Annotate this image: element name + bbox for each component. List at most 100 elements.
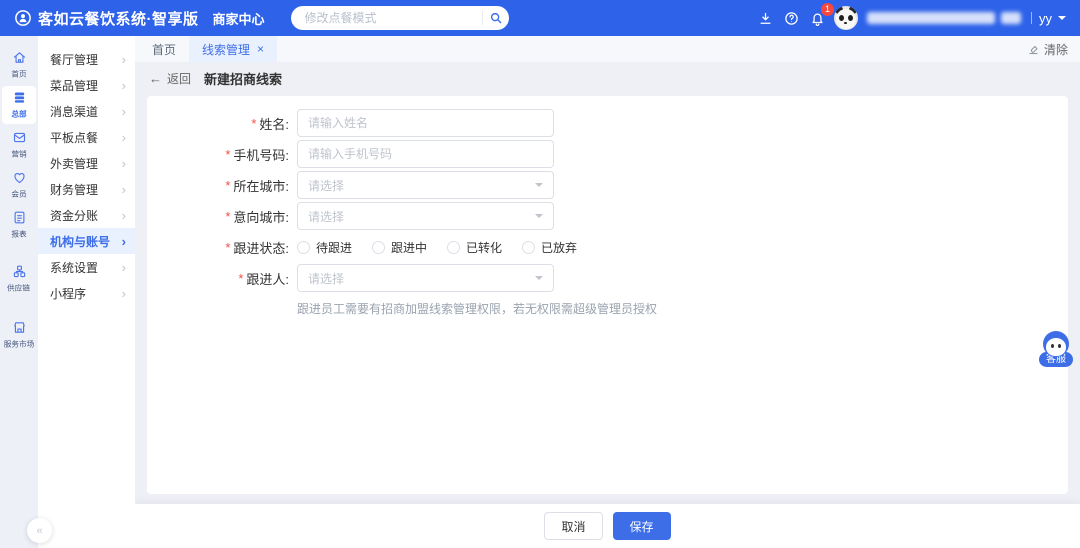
- search-icon[interactable]: [489, 11, 503, 25]
- field-help-text: 跟进员工需要有招商加盟线索管理权限，若无权限需超级管理员授权: [297, 302, 658, 316]
- close-icon[interactable]: ×: [257, 43, 264, 55]
- sidebar-item-dishes[interactable]: 菜品管理 ›: [38, 72, 135, 98]
- merchant-center-link[interactable]: 商家中心: [213, 9, 265, 28]
- rail-item-label: 服务市场: [3, 339, 35, 349]
- sidebar-item-label: 系统设置: [50, 260, 99, 275]
- sidebar-item-message[interactable]: 消息渠道 ›: [38, 98, 135, 124]
- rail-item-home[interactable]: 首页: [2, 46, 36, 84]
- sidebar-item-finance[interactable]: 财务管理 ›: [38, 176, 135, 202]
- radio-circle-icon: [372, 240, 386, 254]
- chevron-right-icon: ›: [121, 233, 126, 249]
- download-icon[interactable]: [752, 5, 778, 31]
- back-button[interactable]: ← 返回: [149, 70, 191, 87]
- chevron-right-icon: ›: [121, 129, 126, 145]
- required-asterisk: *: [251, 115, 257, 131]
- rail-item-hq[interactable]: 总部: [2, 86, 36, 124]
- form-row-follow-status: * 跟进状态: 待跟进 跟进中 已转化 已放弃: [147, 233, 1068, 261]
- chevron-right-icon: ›: [121, 285, 126, 301]
- footer-bar: 取消 保存: [135, 504, 1080, 548]
- select-placeholder: 请选择: [308, 271, 345, 286]
- sidebar-item-label: 小程序: [50, 286, 87, 301]
- sidebar-item-miniapp[interactable]: 小程序 ›: [38, 280, 135, 306]
- field-control-follow-status: 待跟进 跟进中 已转化 已放弃: [297, 233, 577, 261]
- sidebar-item-org[interactable]: 机构与账号 ›: [38, 228, 135, 254]
- rail-item-member[interactable]: 会员: [2, 166, 36, 204]
- tab-home[interactable]: 首页: [139, 36, 189, 62]
- radio-circle-icon: [447, 240, 461, 254]
- cancel-button[interactable]: 取消: [544, 512, 603, 540]
- field-label-name: * 姓名:: [185, 109, 289, 137]
- avatar[interactable]: [834, 6, 858, 30]
- required-asterisk: *: [225, 208, 231, 224]
- name-input[interactable]: [297, 109, 554, 137]
- chevron-right-icon: ›: [121, 103, 126, 119]
- breadcrumb: ← 返回 新建招商线索: [135, 62, 1080, 94]
- sidebar-item-label: 外卖管理: [50, 156, 99, 171]
- sidebar-item-label: 消息渠道: [50, 104, 99, 119]
- save-button[interactable]: 保存: [612, 512, 671, 540]
- username[interactable]: yy: [1039, 11, 1052, 26]
- customer-service-widget[interactable]: 客服: [1039, 331, 1073, 367]
- blurred-merchant-name: [867, 12, 995, 24]
- field-label-text: 意向城市:: [233, 209, 289, 225]
- field-label-phone: * 手机号码:: [185, 140, 289, 168]
- required-asterisk: *: [225, 239, 231, 255]
- chevron-down-icon[interactable]: [1058, 16, 1066, 24]
- report-icon: [12, 210, 27, 225]
- rail-item-marketing[interactable]: 营销: [2, 126, 36, 164]
- clear-icon: [1027, 43, 1040, 56]
- follower-select[interactable]: 请选择: [297, 264, 554, 292]
- sidebar-item-tablet[interactable]: 平板点餐 ›: [38, 124, 135, 150]
- tab-bar: 首页 线索管理 × 清除: [135, 36, 1080, 62]
- bell-icon[interactable]: 1: [804, 3, 834, 31]
- page-title: 新建招商线索: [204, 71, 283, 87]
- main-area: 首页线索管理× 清除 ← 返回 新建招商线索 *姓名:*手机号码:*所在城市:请…: [135, 36, 1080, 548]
- sidebar-item-takeout[interactable]: 外卖管理 ›: [38, 150, 135, 176]
- rail-item-label: 首页: [11, 69, 27, 79]
- intended-city-select[interactable]: 请选择: [297, 202, 554, 230]
- city-select[interactable]: 请选择: [297, 171, 554, 199]
- rail-item-market[interactable]: 服务市场: [2, 316, 36, 354]
- rail-item-label: 供应链: [7, 283, 31, 293]
- clear-tabs-button[interactable]: 清除: [1027, 41, 1068, 58]
- radio-circle-icon: [297, 240, 310, 254]
- radio-option-1[interactable]: 待跟进: [297, 239, 352, 256]
- radio-label: 已转化: [466, 240, 503, 255]
- chevron-right-icon: ›: [121, 155, 126, 171]
- hq-icon: [12, 90, 27, 105]
- sidebar-item-funds[interactable]: 资金分账 ›: [38, 202, 135, 228]
- field-label-city: * 所在城市:: [185, 171, 289, 199]
- radio-label: 已放弃: [541, 240, 578, 255]
- market-icon: [12, 320, 27, 335]
- clear-tabs-label: 清除: [1043, 42, 1068, 57]
- keruyun-logo-icon: [14, 9, 32, 27]
- chevron-right-icon: ›: [121, 51, 126, 67]
- field-label-text: 所在城市:: [233, 178, 289, 194]
- radio-circle-icon: [522, 240, 536, 254]
- search-input[interactable]: [302, 10, 478, 26]
- sidebar-item-restaurant[interactable]: 餐厅管理 ›: [38, 46, 135, 72]
- tab-leads[interactable]: 线索管理 ×: [189, 36, 278, 62]
- sidebar-item-settings[interactable]: 系统设置 ›: [38, 254, 135, 280]
- field-label-text: 手机号码:: [233, 147, 289, 163]
- secondary-sidebar: 餐厅管理 › 菜品管理 › 消息渠道 › 平板点餐 › 外卖管理 › 财务管理 › 资金分账 › 机构与账号…: [38, 36, 135, 548]
- rail-item-report[interactable]: 报表: [2, 206, 36, 244]
- form-panel: *姓名:*手机号码:*所在城市:请选择*意向城市:请选择*跟进状态:待跟进跟进中…: [147, 96, 1068, 494]
- service-mascot-icon: [1043, 331, 1069, 357]
- field-control-name: [297, 109, 554, 137]
- app-title: 客如云餐饮系统·智享版: [38, 10, 199, 28]
- search-box[interactable]: [290, 6, 509, 30]
- field-label-follower: * 跟进人:: [185, 264, 289, 292]
- help-icon[interactable]: [778, 5, 804, 31]
- form-row-city: * 所在城市: 请选择: [147, 171, 1068, 199]
- radio-option-4[interactable]: 已放弃: [522, 239, 577, 256]
- collapse-sidebar-button[interactable]: «: [27, 518, 52, 543]
- home-icon: [12, 50, 27, 65]
- phone-input[interactable]: [297, 140, 554, 168]
- tab-label: 首页: [152, 42, 177, 57]
- required-asterisk: *: [225, 146, 231, 162]
- radio-option-3[interactable]: 已转化: [447, 239, 502, 256]
- radio-option-2[interactable]: 跟进中: [372, 239, 427, 256]
- rail-item-supply[interactable]: 供应链: [2, 260, 36, 298]
- form-row-name: * 姓名:: [147, 109, 1068, 137]
